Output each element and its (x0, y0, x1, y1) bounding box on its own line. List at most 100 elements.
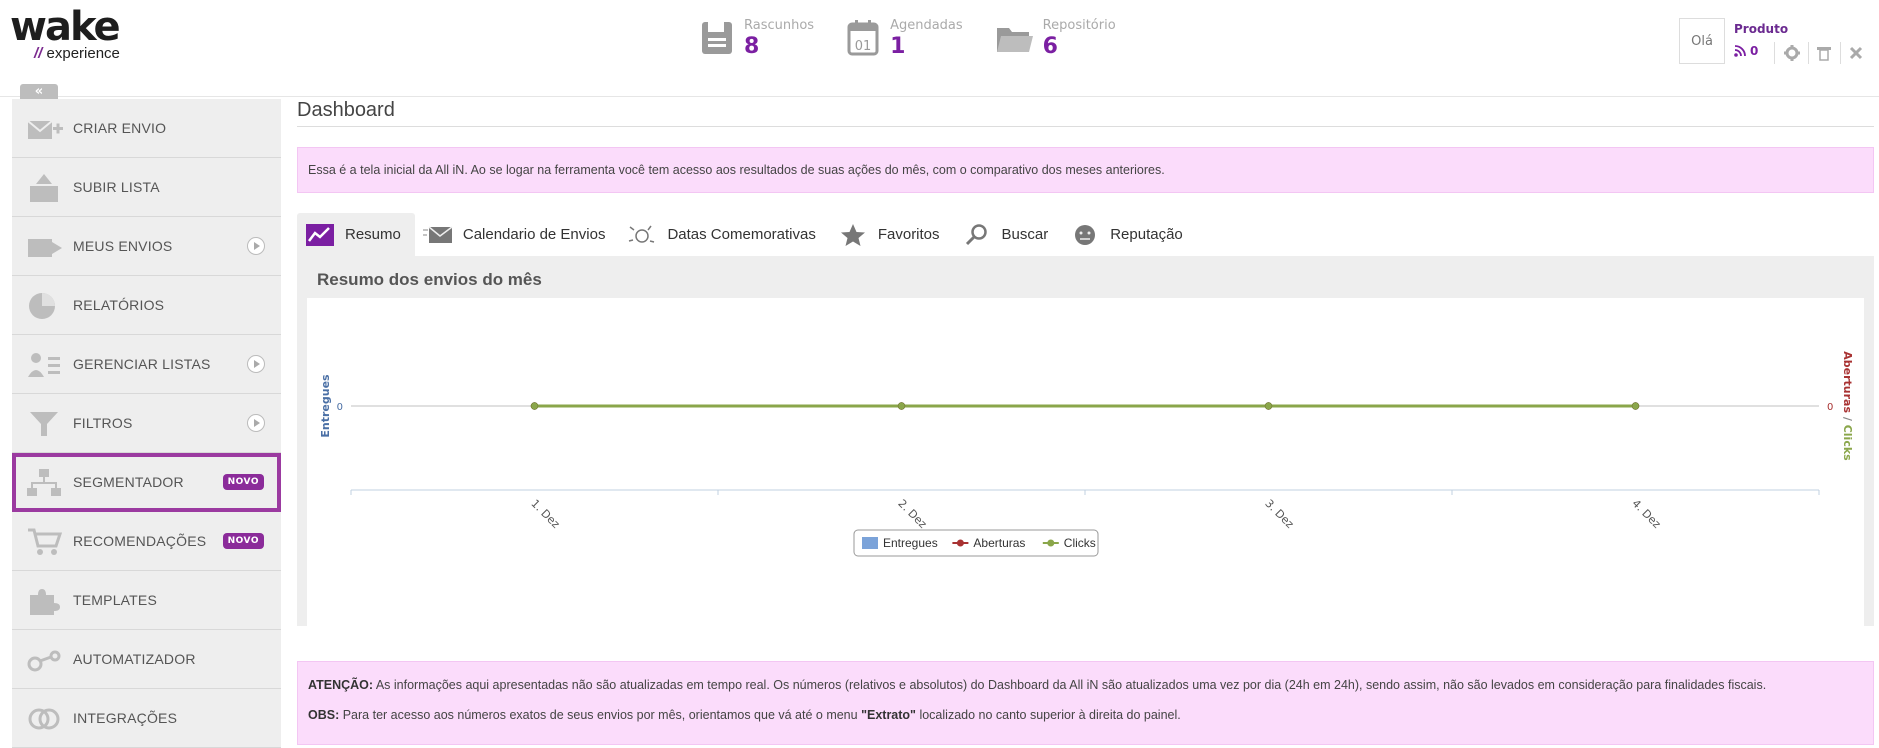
header-stats: Rascunhos 8 01 Agendadas 1 Repositório 6 (700, 18, 1148, 60)
sidebar-item-filtros[interactable]: FILTROS (12, 394, 281, 453)
extrato-highlight: "Extrato" (861, 708, 916, 722)
tab-resumo[interactable]: Resumo (297, 213, 415, 256)
sidebar-item-label: CRIAR ENVIO (73, 120, 167, 136)
sidebar-item-label: RELATÓRIOS (73, 297, 165, 313)
stat-repositorio[interactable]: Repositório 6 (995, 18, 1116, 60)
gear-icon[interactable] (1783, 44, 1801, 62)
envelope-icon (422, 225, 453, 243)
tab-label: Favoritos (877, 226, 940, 243)
monthly-summary-chart: 1. Dez 2. Dez 3. Dez 4. Dez 0 0 Entregues Abert… (319, 351, 1854, 557)
obs-label: OBS: (308, 708, 340, 722)
stat-agendadas[interactable]: 01 Agendadas 1 (846, 18, 963, 60)
confetti-icon (629, 225, 655, 243)
tab-buscar[interactable]: Buscar (954, 213, 1063, 256)
tab-label: Buscar (1001, 226, 1049, 243)
y-left-tick-label: 0 (337, 402, 343, 413)
close-icon[interactable] (1847, 44, 1865, 62)
summary-panel: Resumo dos envios do mês 1. Dez 2. Dez 3. … (297, 256, 1874, 629)
tab-label: Calendario de Envios (462, 226, 606, 243)
expand-arrow-icon[interactable] (247, 414, 265, 432)
attention-paragraph: ATENÇÃO: As informações aqui apresentada… (308, 676, 1863, 694)
data-point-clicks (1631, 402, 1640, 410)
top-header: wake // experience Rascunhos 8 01 Agenda… (0, 0, 1879, 97)
chart-container: 1. Dez 2. Dez 3. Dez 4. Dez 0 0 Entregues Abert… (307, 298, 1864, 629)
header-divider (1808, 42, 1809, 64)
sidebar-item-gerenciar-listas[interactable]: GERENCIAR LISTAS (12, 335, 281, 394)
data-point-clicks (1264, 402, 1273, 410)
manage-lists-icon (28, 353, 60, 377)
create-mail-icon (27, 120, 63, 139)
obs-text-end: localizado no canto superior à direita d… (915, 708, 1181, 722)
logo-tagline: experience (42, 45, 120, 62)
tab-label: Reputação (1110, 226, 1183, 243)
sidebar-item-label: MEUS ENVIOS (73, 238, 173, 254)
star-icon (840, 223, 865, 246)
sidebar-item-label: SUBIR LISTA (73, 179, 160, 195)
data-point-clicks (530, 402, 539, 410)
rss-icon (1734, 45, 1746, 57)
x-tick-label: 2. Dez (895, 497, 929, 531)
sidebar-item-criar-envio[interactable]: CRIAR ENVIO (12, 99, 281, 158)
sidebar-item-label: GERENCIAR LISTAS (73, 356, 211, 372)
trend-icon (306, 223, 334, 246)
sidebar-item-label: SEGMENTADOR (73, 474, 184, 490)
tab-label: Datas Comemorativas (667, 226, 816, 243)
calendar-icon: 01 (847, 20, 879, 56)
x-tick-label: 3. Dez (1262, 497, 1296, 531)
stat-label: Agendadas (890, 18, 963, 33)
attention-notice: ATENÇÃO: As informações aqui apresentada… (297, 661, 1874, 745)
cart-icon (28, 528, 63, 555)
new-badge: NOVO (222, 474, 264, 490)
feed-counter[interactable]: 0 (1734, 44, 1758, 58)
tab-favoritos[interactable]: Favoritos (830, 213, 954, 256)
sidebar-item-subir-lista[interactable]: SUBIR LISTA (12, 158, 281, 217)
info-banner: Essa é a tela inicial da All iN. Ao se l… (297, 147, 1874, 193)
tab-calendario[interactable]: Calendario de Envios (415, 213, 620, 256)
sidebar-item-meus-envios[interactable]: MEUS ENVIOS (12, 217, 281, 276)
tab-reputacao[interactable]: Reputação (1062, 213, 1197, 256)
sidebar-item-templates[interactable]: TEMPLATES (12, 571, 281, 630)
expand-arrow-icon[interactable] (247, 355, 265, 373)
legend-label-entregues: Entregues (883, 536, 938, 550)
y-left-axis-title: Entregues (319, 374, 332, 438)
my-sends-icon (28, 239, 62, 257)
attention-text: As informações aqui apresentadas não são… (373, 678, 1767, 692)
integration-icon (28, 708, 60, 730)
obs-paragraph: OBS: Para ter acesso aos números exatos … (308, 706, 1863, 724)
sidebar-collapse-button[interactable]: « (20, 84, 58, 99)
attention-label: ATENÇÃO: (308, 678, 374, 692)
automation-icon (27, 650, 61, 672)
sidebar-item-segmentador[interactable]: SEGMENTADOR NOVO (12, 453, 281, 512)
puzzle-icon (30, 589, 60, 615)
sidebar-item-recomendacoes[interactable]: RECOMENDAÇÕES NOVO (12, 512, 281, 571)
user-name[interactable]: Produto (1734, 22, 1788, 36)
statement-icon[interactable] (1815, 44, 1833, 62)
panel-title: Resumo dos envios do mês (317, 270, 542, 289)
user-avatar[interactable]: Olá (1679, 18, 1725, 64)
funnel-icon (30, 412, 58, 436)
expand-arrow-icon[interactable] (247, 237, 265, 255)
brand-logo[interactable]: wake // experience (10, 7, 121, 62)
stat-rascunhos[interactable]: Rascunhos 8 (700, 18, 814, 60)
x-tick-label: 4. Dez (1629, 497, 1663, 531)
sidebar-item-integracoes[interactable]: INTEGRAÇÕES (12, 689, 281, 748)
stat-label: Rascunhos (744, 18, 815, 33)
legend-marker-clicks (1047, 539, 1055, 547)
feed-count: 0 (1750, 44, 1759, 58)
y-right-axis-title: Aberturas / Clicks (1841, 351, 1854, 461)
new-badge: NOVO (222, 533, 264, 549)
dashboard-tabs: Resumo Calendario de Envios Datas Comemo… (297, 213, 1874, 256)
sidebar-item-automatizador[interactable]: AUTOMATIZADOR (12, 630, 281, 689)
pie-chart-icon (29, 293, 55, 319)
y-right-axis-title-part: Clicks (1841, 425, 1854, 461)
y-right-tick-label: 0 (1827, 402, 1833, 413)
search-icon (965, 223, 987, 245)
upload-list-icon (30, 174, 58, 202)
stat-value: 6 (1042, 34, 1058, 59)
data-point-clicks (897, 402, 906, 410)
sidebar-item-label: RECOMENDAÇÕES (73, 533, 207, 549)
sidebar-item-relatorios[interactable]: RELATÓRIOS (12, 276, 281, 335)
segment-tree-icon (27, 469, 61, 496)
tab-datas-comemorativas[interactable]: Datas Comemorativas (619, 213, 829, 256)
legend-label-clicks: Clicks (1064, 536, 1096, 550)
